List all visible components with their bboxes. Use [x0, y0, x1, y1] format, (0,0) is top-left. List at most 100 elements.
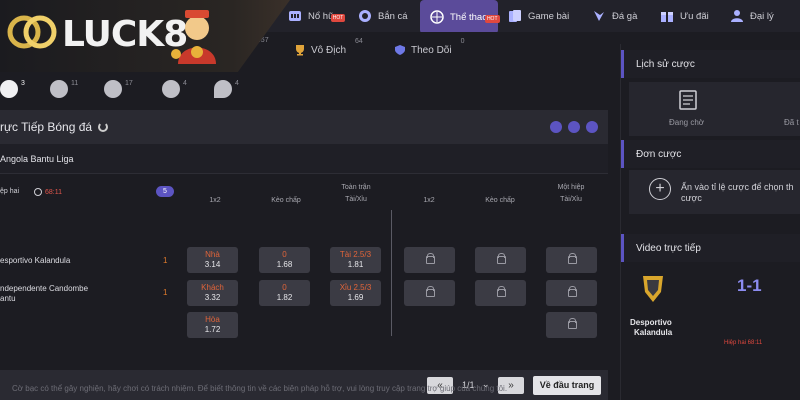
- video-match-time: Hiệp hai 68:11: [724, 340, 763, 346]
- right-panel: Lịch sử cược Đang chờ Đã t Đơn cược + Ấn…: [620, 44, 800, 400]
- locked-odd-half-1x2: [404, 247, 455, 273]
- table-tennis-icon: [214, 80, 232, 98]
- nav-label-fishing: Bắn cá: [378, 10, 408, 22]
- away-team-line1: ndependente Candombe: [0, 284, 89, 293]
- pending-tab[interactable]: Đang chờ: [669, 118, 704, 127]
- odd-home-1x2[interactable]: Nhà 3.14: [187, 247, 238, 273]
- cards-icon: [509, 10, 521, 22]
- sport-filter: 3 11 17 4 4: [0, 74, 608, 102]
- add-bet-icon[interactable]: +: [649, 178, 671, 200]
- basketball-icon: [50, 80, 68, 98]
- locked-odd-half-ou: [546, 280, 597, 306]
- live-video-header[interactable]: Video trực tiếp: [621, 234, 800, 262]
- nav-item-fishing[interactable]: Bắn cá: [358, 0, 408, 32]
- baseball-icon: [104, 80, 122, 98]
- soccer-icon: [0, 80, 18, 98]
- nav-item-cards[interactable]: Game bài: [508, 0, 569, 32]
- col-ou-half-line1: Một hiệp: [557, 184, 585, 191]
- away-score: 1: [163, 288, 168, 297]
- odd-value: 1.69: [347, 293, 364, 302]
- section-title-text: rực Tiếp Bóng đá: [0, 120, 93, 134]
- col-ou-half-line2: Tài/Xỉu: [560, 196, 582, 203]
- collapse-icon[interactable]: [586, 121, 598, 133]
- brand-mark-icon: [7, 15, 57, 49]
- nav-item-cockfight[interactable]: Đá gà: [592, 0, 637, 32]
- bet-slip-box: + Ấn vào tỉ lệ cược để chọn th cược: [629, 170, 800, 214]
- responsible-gaming-notice: Cờ bạc có thể gây nghiện, hãy chơi có tr…: [12, 384, 508, 393]
- sport-count: 11: [71, 80, 79, 87]
- match-stage: ệp hai: [0, 188, 20, 195]
- tab-champion-label: Vô Địch: [311, 44, 347, 56]
- agent-icon: [731, 10, 743, 22]
- refresh-icon[interactable]: [98, 122, 109, 132]
- tab-following-count: 0: [460, 37, 465, 45]
- sport-volleyball[interactable]: 4: [162, 80, 187, 98]
- section-title: rực Tiếp Bóng đá: [0, 120, 109, 134]
- fishing-icon: [359, 10, 371, 22]
- away-team-line2: antu: [0, 294, 16, 303]
- nav-label-slots: Nổ hũ HOT: [308, 10, 346, 22]
- column-divider: [391, 210, 392, 336]
- match-time: 68:11: [45, 188, 62, 196]
- odd-value: 1.81: [347, 260, 364, 269]
- odd-label: Nhà: [205, 250, 220, 259]
- nav-label-promotions: Ưu đãi: [680, 10, 709, 22]
- bet-slip-title: Đơn cược: [636, 149, 682, 160]
- col-1x2: 1x2: [209, 197, 221, 204]
- odd-away-1x2[interactable]: Khách 3.32: [187, 280, 238, 306]
- bet-slip-hint-line1: Ấn vào tỉ lệ cược để chọn th: [681, 182, 794, 192]
- odd-label: 0: [282, 283, 287, 292]
- tab-following-label: Theo Dõi: [411, 44, 452, 56]
- odd-draw-1x2[interactable]: Hòa 1.72: [187, 312, 238, 338]
- filter-icon[interactable]: [550, 121, 562, 133]
- settings-icon[interactable]: [568, 121, 580, 133]
- bet-slip-hint-line2: cược: [681, 193, 702, 203]
- sport-count: 3: [21, 80, 25, 87]
- slots-icon: [289, 11, 301, 21]
- nav-label-sports: Thể thao HOT: [450, 11, 500, 23]
- gift-icon: [661, 12, 673, 22]
- nav-item-agent[interactable]: Đại lý: [730, 0, 774, 32]
- sports-ball-icon: [430, 10, 444, 24]
- nav-item-promotions[interactable]: Ưu đãi: [660, 0, 709, 32]
- video-team-name-line1: Desportivo: [630, 318, 672, 327]
- sport-soccer[interactable]: 3: [0, 80, 25, 98]
- nav-item-sports[interactable]: Thể thao HOT: [420, 0, 500, 34]
- odd-value: 1.82: [276, 293, 293, 302]
- odd-under[interactable]: Xỉu 2.5/3 1.69: [330, 280, 381, 306]
- live-soccer-header: rực Tiếp Bóng đá: [0, 110, 608, 144]
- col-handicap: Kèo chấp: [271, 197, 301, 204]
- odd-away-handicap[interactable]: 0 1.82: [259, 280, 310, 306]
- odd-value: 1.72: [204, 325, 221, 334]
- match-table: 1x2 Kèo chấp Toàn trận Tài/Xỉu 1x2 Kèo c…: [0, 174, 608, 338]
- odd-over[interactable]: Tài 2.5/3 1.81: [330, 247, 381, 273]
- tab-following[interactable]: Theo Dõi 0: [394, 38, 464, 56]
- sport-basketball[interactable]: 11: [50, 80, 78, 98]
- home-score: 1: [163, 256, 168, 265]
- odd-label: 0: [282, 250, 287, 259]
- settled-tab[interactable]: Đã t: [784, 118, 799, 127]
- locked-odd-half-handicap: [475, 247, 526, 273]
- team-crest-icon: [643, 276, 663, 302]
- bet-slip-header[interactable]: Đơn cược: [621, 140, 800, 168]
- col-handicap-half: Kèo chấp: [485, 197, 515, 204]
- col-1x2-half: 1x2: [423, 197, 435, 204]
- col-ou-full-line1: Toàn trận: [341, 184, 371, 191]
- clock-icon: [34, 188, 42, 196]
- odd-home-handicap[interactable]: 0 1.68: [259, 247, 310, 273]
- sport-count: 4: [183, 80, 187, 87]
- volleyball-icon: [162, 80, 180, 98]
- more-markets-button[interactable]: 5: [156, 186, 174, 197]
- nav-item-slots[interactable]: Nổ hũ HOT: [288, 0, 346, 32]
- sport-table-tennis[interactable]: 4: [214, 80, 239, 98]
- league-header[interactable]: Angola Bantu Liga: [0, 144, 608, 174]
- sport-baseball[interactable]: 17: [104, 80, 133, 98]
- tab-champion[interactable]: Vô Địch 64: [294, 38, 363, 56]
- locked-odd-half-1x2: [404, 280, 455, 306]
- col-ou-full-line2: Tài/Xỉu: [345, 196, 367, 203]
- bet-history-header[interactable]: Lịch sử cược: [621, 50, 800, 78]
- sportsbook-main: om 457 Vô Địch 64 Theo Dõi 0 3 11 17: [0, 32, 608, 400]
- odd-value: 3.14: [204, 260, 221, 269]
- locked-odd-half-ou: [546, 247, 597, 273]
- live-video-title: Video trực tiếp: [636, 243, 701, 254]
